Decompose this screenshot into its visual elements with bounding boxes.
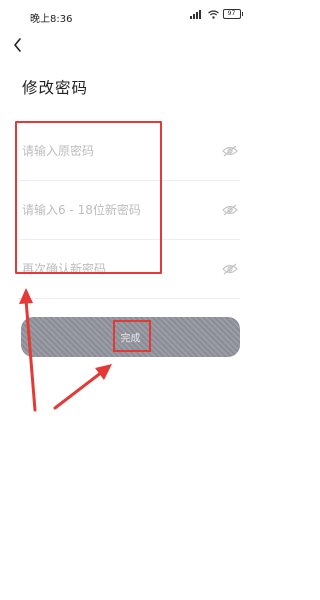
annotation-arrows: [19, 288, 112, 412]
arrow-to-fields: [19, 288, 37, 412]
arrow-to-done: [53, 364, 112, 410]
